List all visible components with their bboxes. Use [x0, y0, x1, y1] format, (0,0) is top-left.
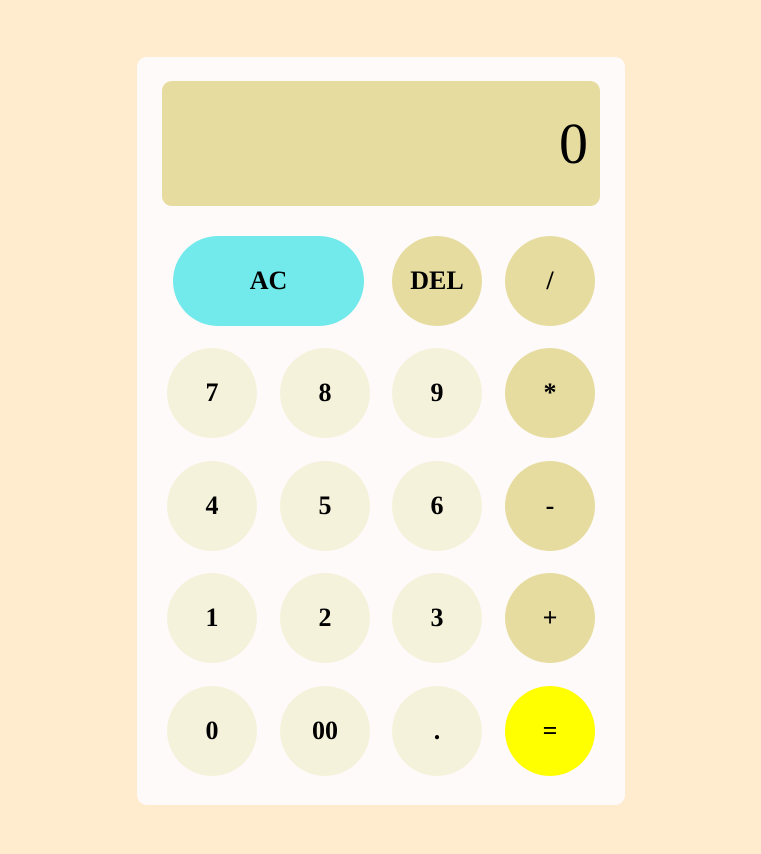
digit-3-button[interactable]: 3	[392, 573, 482, 663]
delete-button[interactable]: DEL	[392, 236, 482, 326]
digit-0-button[interactable]: 0	[167, 686, 257, 776]
digit-5-button[interactable]: 5	[280, 461, 370, 551]
decimal-point-button[interactable]: .	[392, 686, 482, 776]
digit-2-button[interactable]: 2	[280, 573, 370, 663]
display-value: 0	[559, 110, 588, 176]
digit-4-button[interactable]: 4	[167, 461, 257, 551]
digit-9-button[interactable]: 9	[392, 348, 482, 438]
digit-1-button[interactable]: 1	[167, 573, 257, 663]
equals-button[interactable]: =	[505, 686, 595, 776]
digit-8-button[interactable]: 8	[280, 348, 370, 438]
double-zero-button[interactable]: 00	[280, 686, 370, 776]
multiply-button[interactable]: *	[505, 348, 595, 438]
divide-button[interactable]: /	[505, 236, 595, 326]
calculator-display: 0	[162, 81, 600, 206]
digit-6-button[interactable]: 6	[392, 461, 482, 551]
subtract-button[interactable]: -	[505, 461, 595, 551]
add-button[interactable]: +	[505, 573, 595, 663]
clear-button[interactable]: AC	[173, 236, 364, 326]
digit-7-button[interactable]: 7	[167, 348, 257, 438]
calculator-panel: 0 AC DEL / 7 8 9 * 4 5 6 - 1 2 3 + 0 00 …	[137, 57, 625, 805]
